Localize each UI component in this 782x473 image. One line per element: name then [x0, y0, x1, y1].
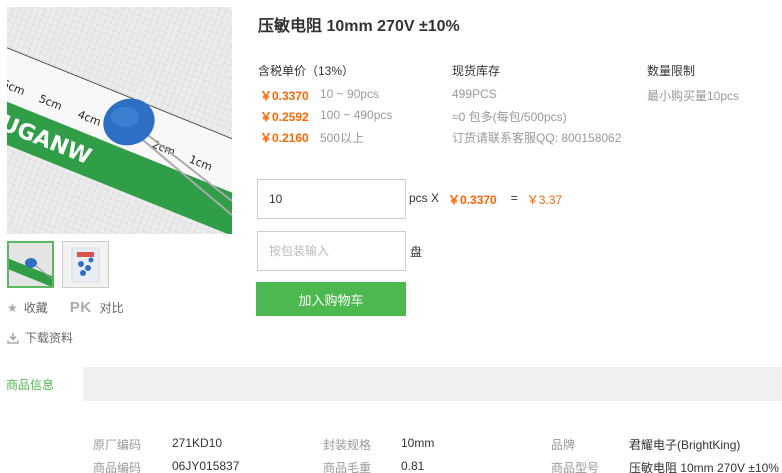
pk-icon: PK [69, 299, 92, 316]
min-purchase: 最小购买量10pcs [647, 89, 740, 103]
tier-range: 100 ~ 490pcs [320, 108, 393, 122]
spec-label: 原厂编码 [93, 438, 142, 452]
price-tier: ￥0.2160 500以上 [258, 129, 364, 146]
spec-label: 商品编码 [93, 461, 142, 473]
compare-label: 对比 [99, 301, 124, 315]
tier-price: ￥0.3370 [260, 89, 309, 103]
stock-contact: 订货请联系客服QQ: 800158062 [452, 131, 622, 145]
download-docs-button[interactable]: 下载资料 [7, 329, 73, 346]
spec-label: 品牌 [551, 438, 576, 452]
download-label: 下载资料 [25, 331, 74, 345]
spec-value: 压敏电阻 10mm 270V ±10% [629, 461, 779, 473]
product-main-image: 6cm 5cm 4cm 3cm 2cm 1cm YOUGANW [7, 7, 232, 234]
equals-sign: = [510, 191, 518, 205]
add-to-cart-button[interactable]: 加入购物车 [256, 282, 406, 316]
price-tier: ￥0.2592 100 ~ 490pcs [258, 108, 392, 125]
price-calculation: pcs X ￥0.3370 = ￥3.37 [409, 191, 562, 208]
spec-value: 10mm [401, 436, 435, 450]
tab-product-info[interactable]: 商品信息 [0, 367, 83, 401]
calc-unit-price: ￥0.3370 [448, 193, 497, 207]
unit-x-label: pcs X [409, 191, 440, 205]
spec-value: 0.81 [401, 459, 425, 473]
product-actions: ★ 收藏 PK 对比 [7, 299, 146, 316]
thumbnail-1[interactable] [7, 241, 54, 288]
spec-label: 商品型号 [551, 461, 600, 473]
price-header: 含税单价（13%） [258, 64, 355, 78]
favorite-label: 收藏 [23, 301, 48, 315]
favorite-button[interactable]: ★ 收藏 [7, 299, 48, 316]
spec-label: 封装规格 [323, 438, 372, 452]
product-title: 压敏电阻 10mm 270V ±10% [258, 18, 460, 35]
star-icon: ★ [7, 300, 18, 315]
tier-price: ￥0.2592 [260, 110, 309, 124]
download-icon [7, 332, 19, 344]
package-input[interactable] [257, 231, 406, 271]
price-tier: ￥0.3370 10 ~ 90pcs [258, 87, 379, 104]
stock-package: ≈0 包多(每包/500pcs) [452, 110, 567, 124]
tier-price: ￥0.2160 [260, 131, 309, 145]
tier-range: 10 ~ 90pcs [320, 87, 380, 101]
limit-header: 数量限制 [647, 64, 696, 78]
spec-value: 271KD10 [172, 436, 223, 450]
stock-header: 现货库存 [452, 64, 501, 78]
spec-label: 商品毛重 [323, 461, 372, 473]
tier-range: 500以上 [320, 131, 365, 145]
quantity-input[interactable] [257, 179, 406, 219]
spec-value: 君耀电子(BrightKing) [629, 438, 741, 452]
calc-total: ￥3.37 [526, 193, 563, 207]
package-unit-label: 盘 [410, 245, 423, 259]
detail-tab-bar: 商品信息 [0, 367, 782, 401]
compare-button[interactable]: PK 对比 [70, 299, 124, 316]
spec-value: 06JY015837 [172, 459, 240, 473]
thumbnail-2[interactable] [62, 241, 109, 288]
thumbnail-list [7, 241, 109, 288]
stock-qty: 499PCS [452, 87, 497, 101]
